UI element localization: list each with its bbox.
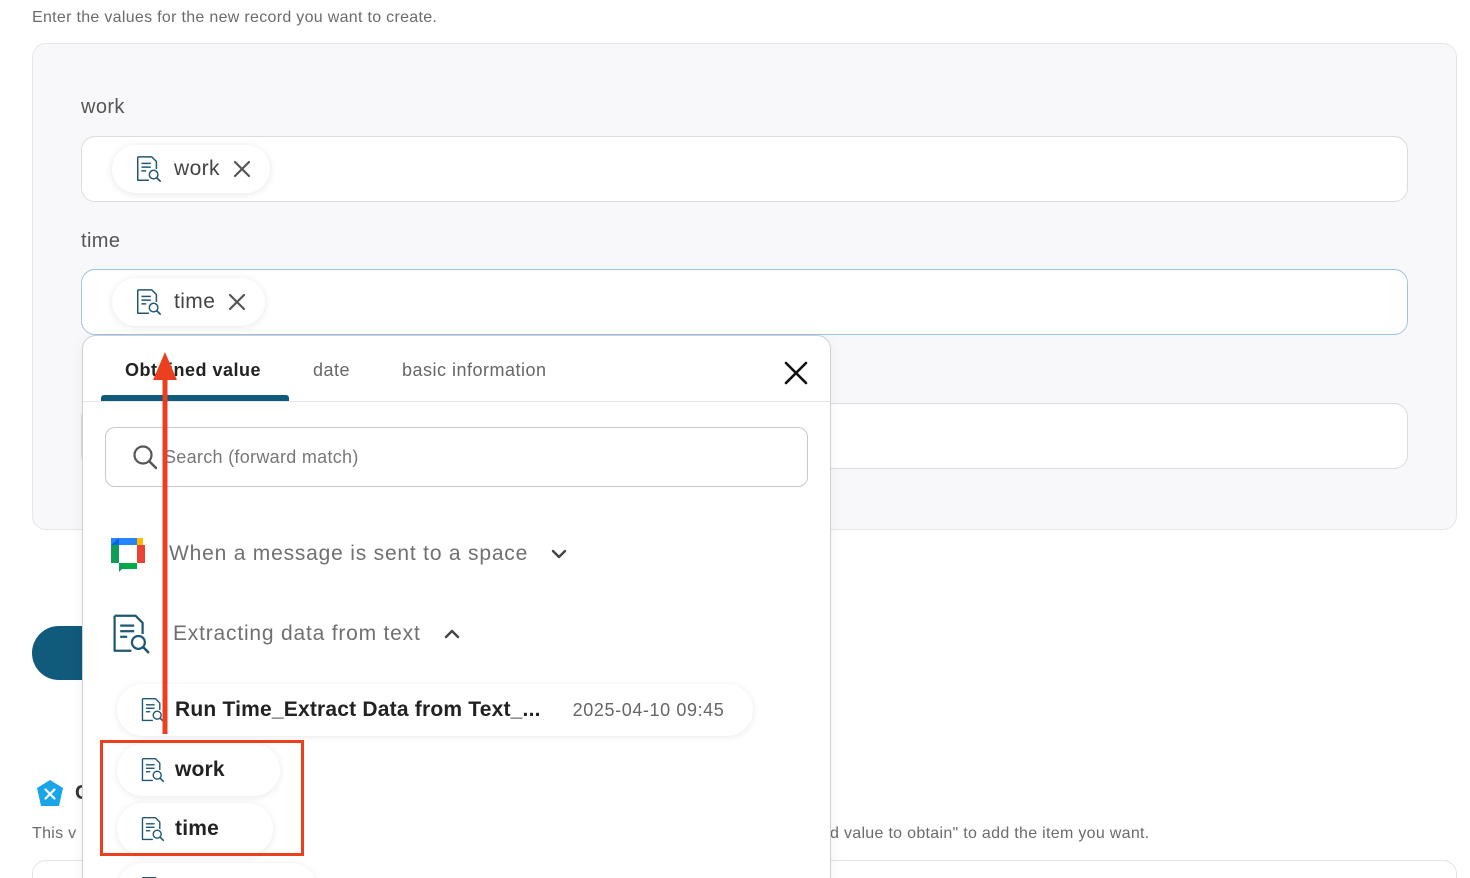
tab-basic-information[interactable]: basic information [402, 360, 547, 381]
chevron-up-icon [444, 629, 459, 639]
value-picker-dropdown: Obtained value date basic information Wh… [82, 335, 831, 878]
group-title: When a message is sent to a space [169, 542, 529, 565]
document-search-icon [139, 696, 165, 724]
intro-text: Enter the values for the new record you … [32, 9, 438, 26]
document-search-icon [109, 612, 151, 656]
item-label: Run Time_Extract Data from Text_... [175, 698, 541, 721]
chevron-down-icon [551, 549, 567, 559]
time-value-chip[interactable]: time [112, 278, 266, 326]
group-extracting-data-from-text[interactable]: Extracting data from text [109, 612, 461, 656]
group-message-sent-to-space[interactable]: When a message is sent to a space [109, 535, 568, 573]
remove-chip-icon[interactable] [227, 292, 247, 312]
group-title: Extracting data from text [173, 622, 421, 645]
item-label: time [175, 817, 219, 840]
google-chat-icon [111, 538, 145, 572]
search-input[interactable] [164, 442, 764, 472]
work-field[interactable]: work [81, 136, 1408, 202]
lower-description-right: d value to obtain" to add the item you w… [830, 825, 1150, 842]
search-box [105, 427, 808, 487]
document-search-icon [134, 155, 162, 183]
variable-x-icon [37, 780, 63, 806]
chip-label: time [174, 290, 216, 313]
tab-date[interactable]: date [313, 360, 350, 381]
active-tab-indicator [101, 395, 289, 401]
remove-chip-icon[interactable] [232, 159, 252, 179]
list-item-time[interactable]: time [117, 803, 273, 855]
list-item-work[interactable]: work [117, 744, 280, 796]
item-timestamp: 2025-04-10 09:45 [572, 699, 725, 720]
chip-label: work [174, 157, 220, 180]
document-search-icon [139, 815, 165, 843]
document-search-icon [134, 288, 162, 316]
work-value-chip[interactable]: work [112, 145, 270, 193]
list-item-run-time[interactable]: Run Time_Extract Data from Text_... 2025… [117, 684, 753, 736]
field-label-work: work [81, 96, 125, 118]
lower-description-left: This v [32, 825, 77, 842]
time-field[interactable]: time [81, 269, 1408, 335]
document-search-icon [139, 756, 165, 784]
close-icon[interactable] [783, 360, 809, 386]
tab-obtained-value[interactable]: Obtained value [125, 360, 261, 381]
item-label: work [175, 758, 225, 781]
picker-tabs: Obtained value date basic information [83, 336, 830, 402]
field-label-time: time [81, 230, 121, 252]
list-item-partial[interactable] [117, 863, 317, 878]
search-icon [133, 445, 158, 470]
